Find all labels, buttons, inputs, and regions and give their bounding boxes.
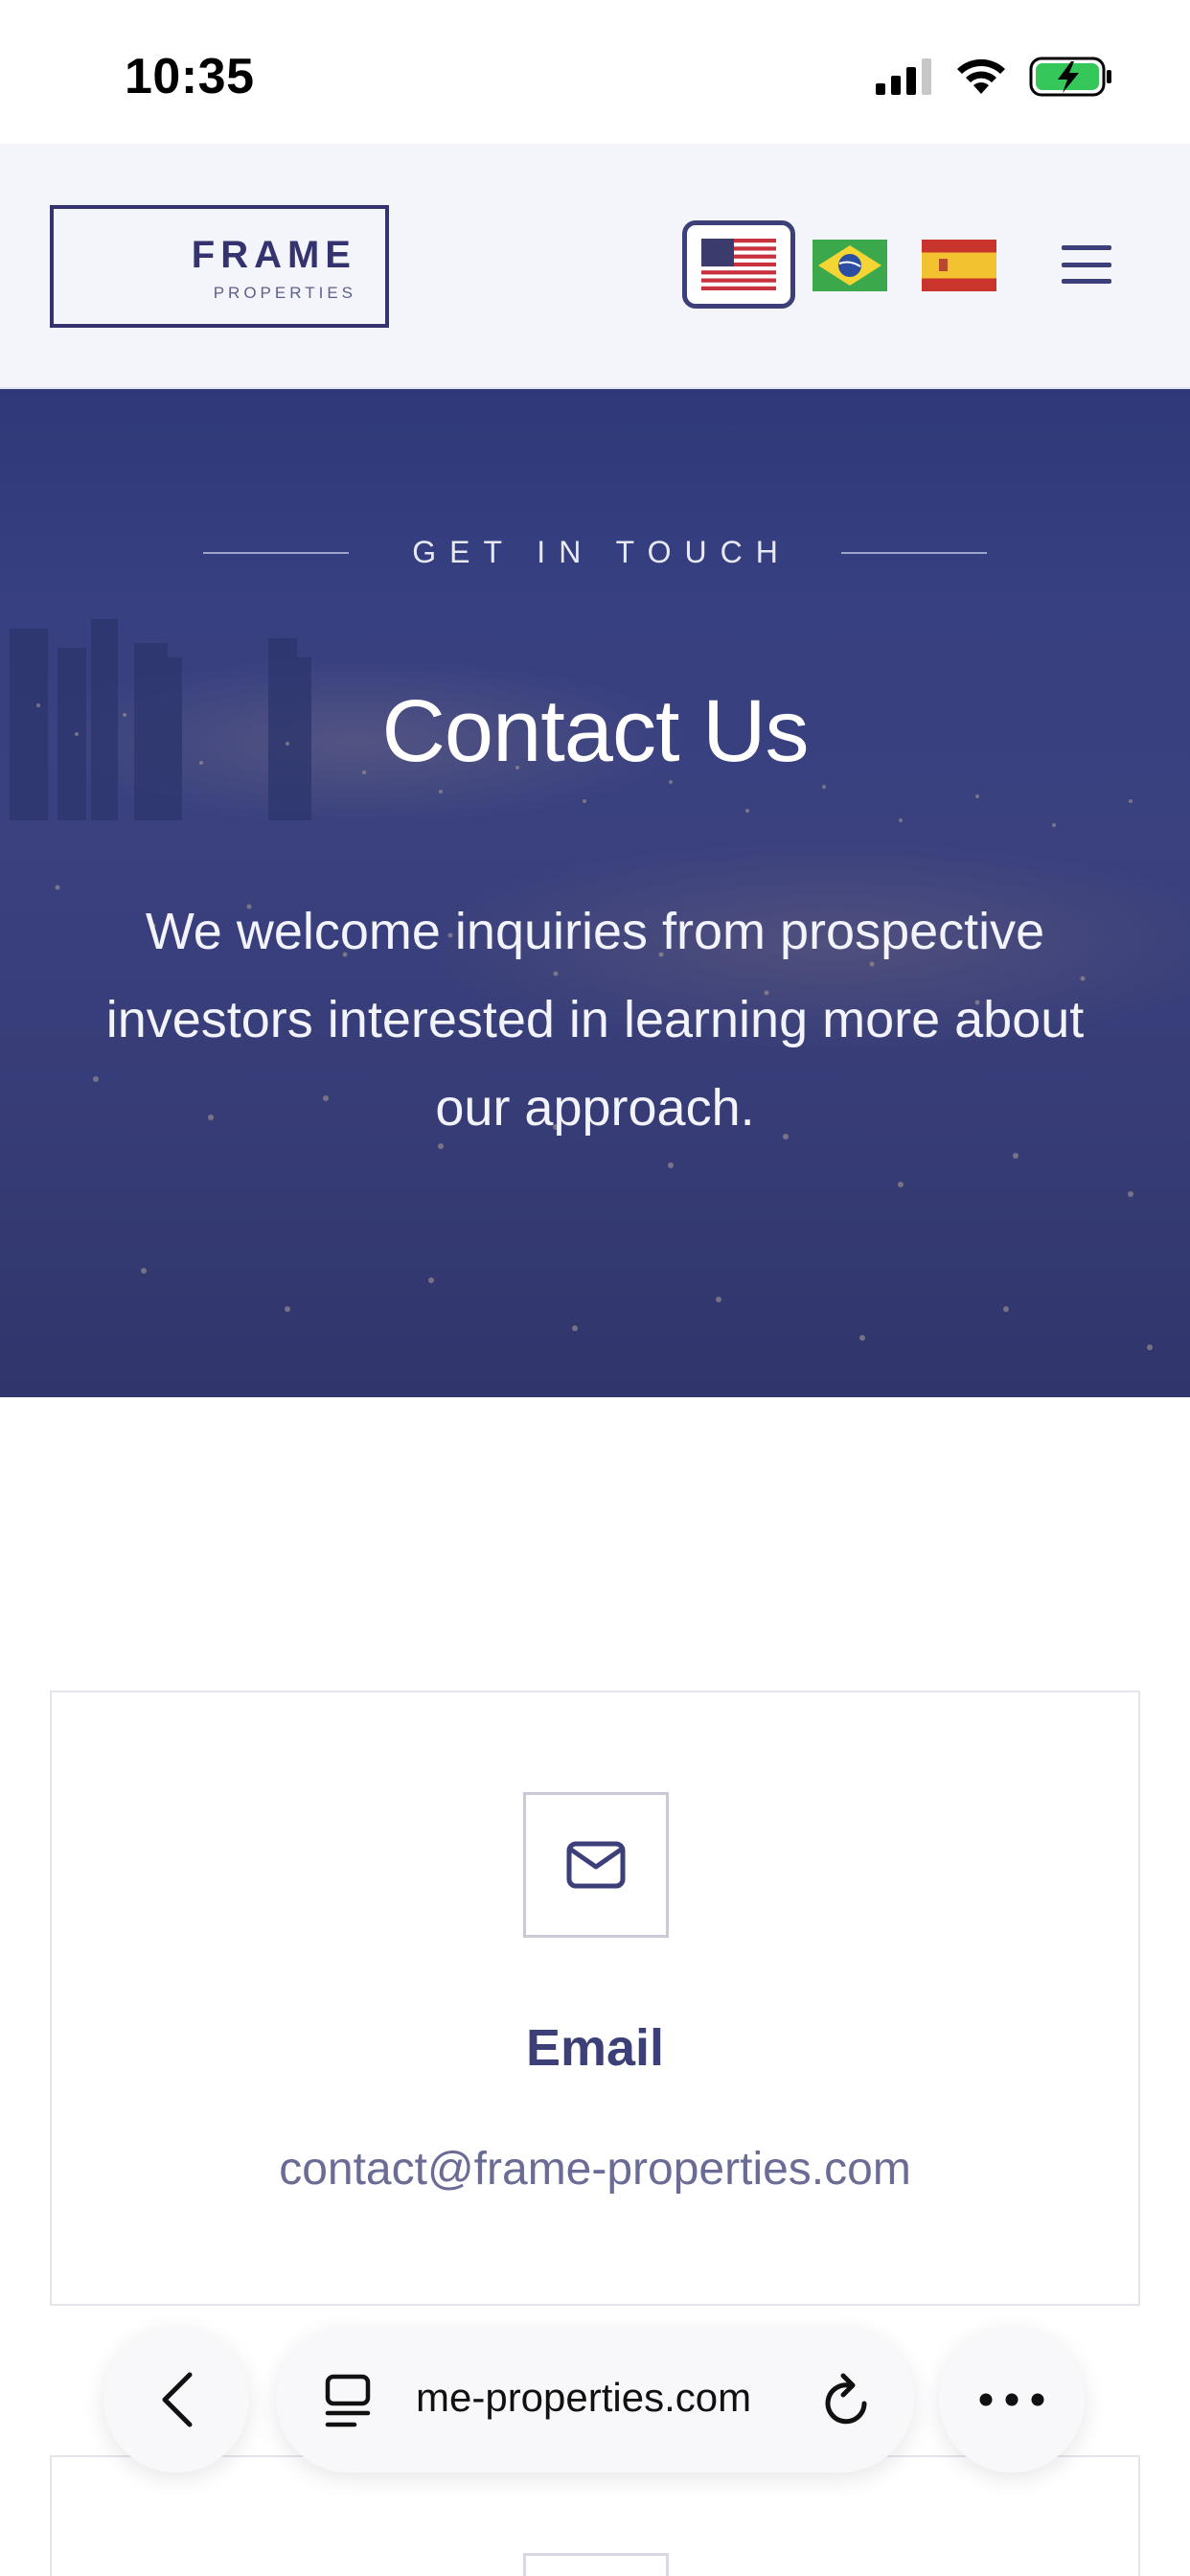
us-flag-icon xyxy=(701,239,776,290)
eyebrow-divider xyxy=(840,551,987,554)
brazil-flag-button[interactable] xyxy=(812,240,887,291)
tabs-icon xyxy=(325,2374,371,2427)
hamburger-menu-button[interactable] xyxy=(1062,245,1111,284)
hero-description: We welcome inquiries from prospective in… xyxy=(105,903,1085,1137)
eyebrow: GET IN TOUCH xyxy=(0,535,1190,570)
mail-icon xyxy=(566,1841,626,1889)
eyebrow-divider xyxy=(203,551,350,554)
wifi-icon xyxy=(957,58,1005,94)
eyebrow-text: GET IN TOUCH xyxy=(412,535,791,569)
back-button[interactable] xyxy=(103,2327,249,2472)
site-header: FRAME PROPERTIES xyxy=(0,144,1190,389)
menu-line xyxy=(1062,245,1111,250)
status-time: 10:35 xyxy=(125,49,255,104)
address-bar[interactable]: me-properties.com xyxy=(276,2327,914,2472)
cellular-signal-icon xyxy=(876,58,931,95)
email-card: Email contact@frame-properties.com xyxy=(50,1690,1140,2306)
logo[interactable]: FRAME PROPERTIES xyxy=(50,205,389,328)
spain-flag-button[interactable] xyxy=(922,240,996,291)
hero-section: GET IN TOUCH Contact Us We welcome inqui… xyxy=(0,389,1190,1397)
email-icon-box xyxy=(523,1792,669,1938)
menu-line xyxy=(1062,262,1111,267)
language-english-button[interactable] xyxy=(682,220,795,309)
status-icons xyxy=(876,56,1113,98)
page-title: Contact Us xyxy=(381,682,809,780)
browser-toolbar: me-properties.com xyxy=(0,2319,1190,2511)
chevron-left-icon xyxy=(162,2372,193,2427)
more-icon xyxy=(979,2393,1044,2406)
url-text: me-properties.com xyxy=(416,2375,752,2420)
more-button[interactable] xyxy=(939,2327,1085,2472)
logo-wordmark: FRAME xyxy=(191,234,356,276)
next-card-icon-box xyxy=(523,2553,669,2576)
email-title: Email xyxy=(525,2019,665,2077)
reload-icon[interactable] xyxy=(820,2371,874,2428)
status-bar: 10:35 xyxy=(0,0,1190,144)
battery-charging-icon xyxy=(1029,57,1111,97)
menu-line xyxy=(1062,279,1111,284)
logo-subtitle: PROPERTIES xyxy=(213,284,356,302)
email-link[interactable]: contact@frame-properties.com xyxy=(52,2143,1138,2196)
